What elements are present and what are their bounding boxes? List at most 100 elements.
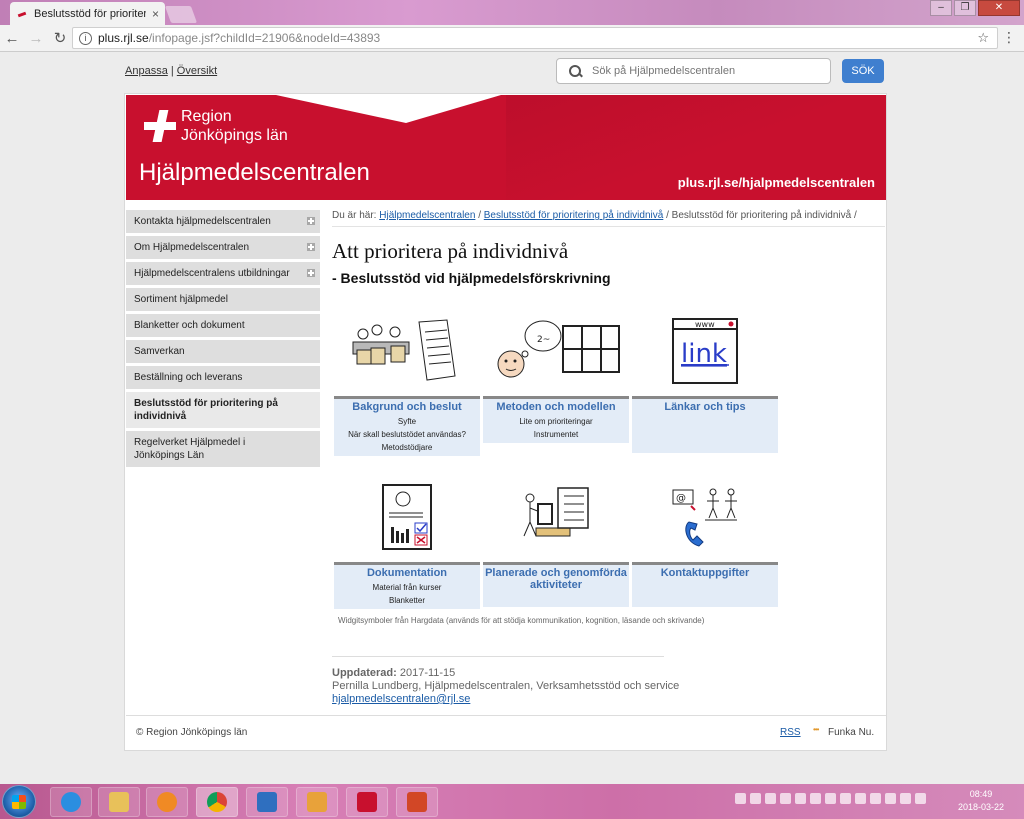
document-chart-icon[interactable] bbox=[334, 472, 480, 562]
thinking-grid-icon[interactable]: 2~ bbox=[483, 306, 629, 396]
topic-planerade[interactable]: Planerade och genomförda aktiviteter bbox=[483, 472, 629, 607]
region-cross-logo-icon[interactable] bbox=[144, 110, 176, 142]
window-close-button[interactable]: ✕ bbox=[978, 0, 1020, 16]
sidebar-item-blanketter[interactable]: Blanketter och dokument bbox=[126, 314, 320, 340]
bookmark-star-icon[interactable]: ☆ bbox=[977, 30, 989, 46]
funka-nu-badge[interactable]: Funka Nu. bbox=[813, 725, 874, 739]
volume-icon[interactable] bbox=[915, 793, 926, 804]
region-app-icon[interactable] bbox=[346, 787, 388, 817]
expand-plus-icon[interactable] bbox=[307, 269, 315, 277]
topic-line: Lite om prioriteringar bbox=[519, 417, 593, 426]
topic-title[interactable]: Metoden och modellen bbox=[485, 401, 627, 413]
search-button[interactable]: SÖK bbox=[842, 59, 884, 83]
media-player-icon[interactable] bbox=[146, 787, 188, 817]
tray-icon[interactable] bbox=[825, 793, 836, 804]
topic-title[interactable]: Bakgrund och beslut bbox=[336, 401, 478, 413]
tray-icon[interactable] bbox=[735, 793, 746, 804]
search-input[interactable] bbox=[592, 65, 812, 77]
topic-title[interactable]: Länkar och tips bbox=[634, 401, 776, 413]
topic-metoden[interactable]: 2~ Metoden och modellen Lite om priorite… bbox=[483, 306, 629, 443]
reload-button[interactable]: ↻ bbox=[48, 29, 72, 47]
www-link-icon[interactable]: www link bbox=[632, 306, 778, 396]
tray-icon[interactable] bbox=[810, 793, 821, 804]
tray-icon[interactable] bbox=[750, 793, 761, 804]
site-title[interactable]: Hjälpmedelscentralen bbox=[139, 159, 370, 187]
taskbar-clock[interactable]: 08:49 2018-03-22 bbox=[953, 788, 1009, 814]
tray-icon[interactable] bbox=[900, 793, 911, 804]
sidebar-item-label: Beslutsstöd för prioritering på individn… bbox=[134, 398, 278, 422]
lync-icon[interactable] bbox=[246, 787, 288, 817]
sidebar-item-beslutsstod[interactable]: Beslutsstöd för prioritering på individn… bbox=[126, 392, 320, 431]
site-banner: Region Jönköpings län Hjälpmedelscentral… bbox=[126, 95, 886, 200]
url-host: plus.rjl.se bbox=[98, 31, 149, 45]
back-button[interactable]: ← bbox=[0, 30, 24, 47]
expand-plus-icon[interactable] bbox=[307, 217, 315, 225]
clock-time: 08:49 bbox=[969, 789, 993, 799]
browser-menu-icon[interactable]: ⋮ bbox=[1002, 29, 1016, 46]
address-bar-row: ← → ↻ i plus.rjl.se/infopage.jsf?childId… bbox=[0, 25, 1024, 52]
funka-logo-icon bbox=[813, 725, 825, 738]
tray-icon[interactable] bbox=[885, 793, 896, 804]
sidebar-item-bestallning[interactable]: Beställning och leverans bbox=[126, 366, 320, 392]
topic-card[interactable]: Länkar och tips bbox=[632, 396, 778, 453]
powerpoint-icon[interactable] bbox=[396, 787, 438, 817]
breadcrumb-prefix: Du är här: bbox=[332, 210, 377, 221]
sidebar-item-sortiment[interactable]: Sortiment hjälpmedel bbox=[126, 288, 320, 314]
sidebar-item-utbildningar[interactable]: Hjälpmedelscentralens utbildningar bbox=[126, 262, 320, 288]
tray-icon[interactable] bbox=[855, 793, 866, 804]
tray-icon[interactable] bbox=[780, 793, 791, 804]
www-label: www bbox=[695, 320, 715, 329]
topic-card[interactable]: Dokumentation Material från kurser Blank… bbox=[334, 562, 480, 609]
tray-icon[interactable] bbox=[765, 793, 776, 804]
minimize-button[interactable]: – bbox=[930, 0, 952, 16]
breadcrumb-separator: / bbox=[478, 210, 481, 221]
start-button[interactable] bbox=[2, 785, 36, 818]
topic-title[interactable]: Dokumentation bbox=[336, 567, 478, 579]
breadcrumb-link-beslutsstod[interactable]: Beslutsstöd för prioritering på individn… bbox=[484, 210, 664, 221]
topic-title[interactable]: Kontaktuppgifter bbox=[634, 567, 776, 579]
new-tab-button[interactable] bbox=[164, 6, 198, 23]
outlook-icon[interactable] bbox=[296, 787, 338, 817]
expand-plus-icon[interactable] bbox=[307, 243, 315, 251]
topic-line: Blanketter bbox=[388, 596, 426, 605]
browser-tab[interactable]: Beslutsstöd för prioriteri × bbox=[10, 2, 165, 25]
sidebar-item-kontakta[interactable]: Kontakta hjälpmedelscentralen bbox=[126, 210, 320, 236]
topic-card[interactable]: Metoden och modellen Lite om prioriterin… bbox=[483, 396, 629, 443]
info-icon[interactable]: i bbox=[79, 31, 92, 45]
forward-button[interactable]: → bbox=[24, 30, 48, 47]
rss-link[interactable]: RSS bbox=[780, 727, 801, 738]
page-viewport: Anpassa | Översikt SÖK Region Jönköpings… bbox=[0, 52, 1024, 784]
sidebar-item-label: Kontakta hjälpmedelscentralen bbox=[134, 216, 271, 227]
overview-link[interactable]: Översikt bbox=[177, 65, 217, 77]
topic-bakgrund[interactable]: Bakgrund och beslut Syfte När skall besl… bbox=[334, 306, 480, 456]
sidebar-item-samverkan[interactable]: Samverkan bbox=[126, 340, 320, 366]
chrome-icon[interactable] bbox=[196, 787, 238, 817]
sidebar-item-om[interactable]: Om Hjälpmedelscentralen bbox=[126, 236, 320, 262]
topic-card[interactable]: Planerade och genomförda aktiviteter bbox=[483, 562, 629, 607]
tray-icon[interactable] bbox=[870, 793, 881, 804]
file-explorer-icon[interactable] bbox=[98, 787, 140, 817]
meeting-document-icon[interactable] bbox=[334, 306, 480, 396]
internet-explorer-icon[interactable] bbox=[50, 787, 92, 817]
customize-link[interactable]: Anpassa bbox=[125, 65, 168, 77]
sidebar-item-label: Om Hjälpmedelscentralen bbox=[134, 242, 250, 253]
tab-close-icon[interactable]: × bbox=[152, 7, 159, 21]
region-logo-text[interactable]: Region Jönköpings län bbox=[181, 107, 288, 145]
sidebar-item-regelverket[interactable]: Regelverket Hjälpmedel i Jönköpings Län bbox=[126, 431, 320, 470]
contact-icon[interactable]: @ bbox=[632, 472, 778, 562]
topic-lankar[interactable]: www link Länkar och tips bbox=[632, 306, 778, 453]
planning-list-icon[interactable] bbox=[483, 472, 629, 562]
tray-icon[interactable] bbox=[840, 793, 851, 804]
topic-kontakt[interactable]: @ Kontaktuppgifter bbox=[632, 472, 778, 607]
breadcrumb-link-home[interactable]: Hjälpmedelscentralen bbox=[379, 210, 475, 221]
url-field[interactable]: i plus.rjl.se/infopage.jsf?childId=21906… bbox=[72, 27, 998, 49]
topic-dokumentation[interactable]: Dokumentation Material från kurser Blank… bbox=[334, 472, 480, 609]
topic-title[interactable]: Planerade och genomförda aktiviteter bbox=[485, 567, 627, 591]
topic-card[interactable]: Kontaktuppgifter bbox=[632, 562, 778, 607]
tray-icon[interactable] bbox=[795, 793, 806, 804]
topic-card[interactable]: Bakgrund och beslut Syfte När skall besl… bbox=[334, 396, 480, 456]
contact-email-link[interactable]: hjalpmedelscentralen@rjl.se bbox=[332, 693, 470, 705]
breadcrumb-current: Beslutsstöd för prioritering på individn… bbox=[671, 210, 852, 221]
site-container: Region Jönköpings län Hjälpmedelscentral… bbox=[124, 93, 887, 751]
maximize-button[interactable]: ❐ bbox=[954, 0, 976, 16]
